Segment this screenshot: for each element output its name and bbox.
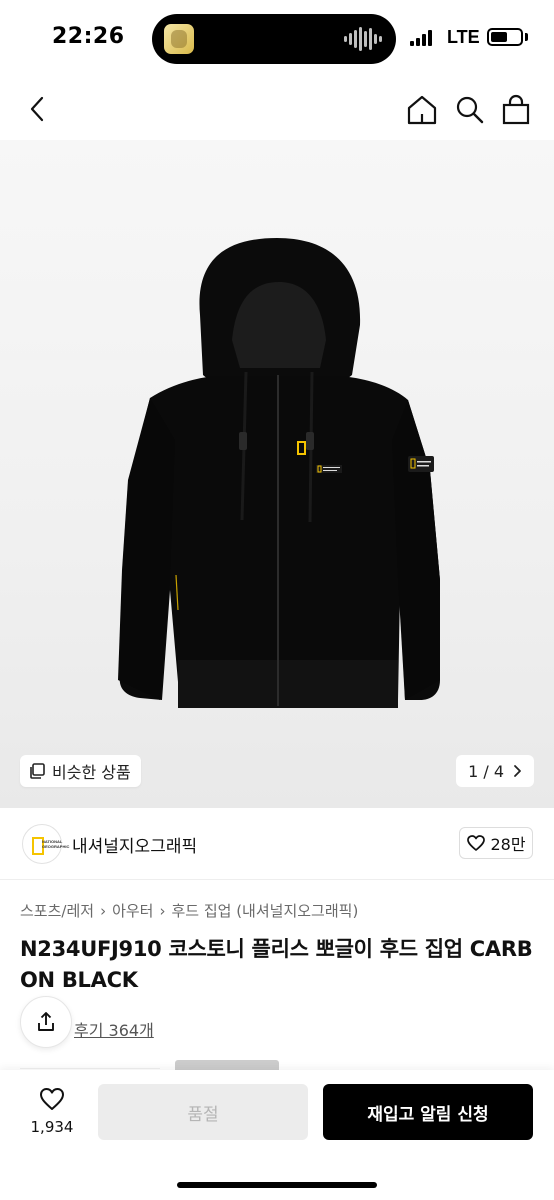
breadcrumb: 스포츠/레저 › 아우터 › 후드 집업 (내셔널지오그래픽) — [20, 900, 358, 921]
breadcrumb-item[interactable]: 아우터 — [112, 900, 153, 921]
battery-tip — [525, 33, 528, 41]
home-indicator[interactable] — [177, 1182, 377, 1188]
dynamic-island[interactable] — [152, 14, 396, 64]
brand-logo[interactable]: NATIONAL GEOGRAPHIC — [22, 824, 69, 864]
heart-icon — [467, 835, 486, 851]
share-button[interactable] — [20, 996, 72, 1048]
brand-like-button[interactable]: 28만 — [459, 827, 533, 859]
page-indicator-text: 1 / 4 — [468, 761, 504, 781]
now-playing-artwork — [164, 24, 194, 54]
product-jacket-image — [118, 238, 440, 708]
wishlist-button[interactable]: 1,934 — [22, 1086, 82, 1152]
back-chevron-icon[interactable] — [22, 92, 56, 126]
restock-alert-button[interactable]: 재입고 알림 신청 — [323, 1084, 533, 1140]
top-nav — [0, 80, 554, 140]
brand-like-count: 28만 — [490, 835, 526, 854]
soldout-button: 품절 — [98, 1084, 308, 1140]
shopping-bag-icon[interactable] — [498, 92, 534, 128]
network-type: LTE — [447, 27, 480, 47]
copy-icon — [30, 763, 45, 779]
scroll-hint-strip — [175, 1060, 279, 1070]
breadcrumb-item[interactable]: 후드 집업 (내셔널지오그래픽) — [171, 900, 358, 921]
bottom-purchase-bar: 1,934 품절 재입고 알림 신청 — [0, 1070, 554, 1200]
brand-name[interactable]: 내셔널지오그래픽 — [72, 832, 197, 857]
product-image-carousel[interactable]: 비슷한 상품 1 / 4 — [0, 140, 554, 808]
product-title: N234UFJ910 코스토니 플리스 뽀글이 후드 집업 CARBON BLA… — [20, 937, 533, 992]
similar-products-button[interactable]: 비슷한 상품 — [20, 755, 141, 787]
signal-icon — [410, 30, 432, 46]
chevron-right-icon: › — [100, 901, 107, 920]
similar-products-label: 비슷한 상품 — [52, 763, 131, 782]
home-icon[interactable] — [404, 92, 440, 128]
brand-row[interactable]: NATIONAL GEOGRAPHIC 내셔널지오그래픽 28만 — [0, 808, 554, 880]
audio-waveform-icon — [344, 26, 382, 52]
image-page-indicator[interactable]: 1 / 4 — [456, 755, 534, 787]
status-bar: 22:26 LTE — [0, 0, 554, 78]
heart-icon — [40, 1088, 64, 1110]
chevron-right-icon — [514, 765, 521, 777]
chevron-right-icon: › — [159, 901, 166, 920]
share-icon — [38, 1012, 54, 1031]
review-link[interactable]: 후기 364개 — [74, 1017, 154, 1041]
wishlist-count: 1,934 — [30, 1118, 74, 1136]
divider — [20, 1068, 160, 1069]
battery-icon — [487, 28, 523, 46]
search-icon[interactable] — [452, 92, 488, 128]
status-time: 22:26 — [52, 24, 125, 49]
breadcrumb-item[interactable]: 스포츠/레저 — [20, 900, 94, 921]
brand-logo-text: NATIONAL GEOGRAPHIC — [42, 839, 70, 849]
